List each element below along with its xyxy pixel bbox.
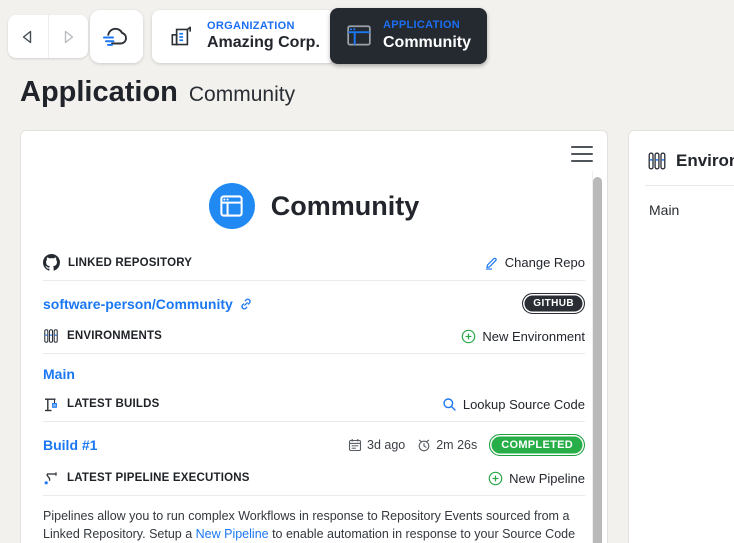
application-name: Community <box>383 33 471 51</box>
environments-heading: ENVIRONMENTS <box>67 330 163 342</box>
environments-pillars-icon <box>648 152 666 170</box>
provider-badge: GITHUB <box>522 293 585 314</box>
organization-button-texts: ORGANIZATION Amazing Corp. <box>207 20 320 54</box>
stopwatch-icon <box>418 439 430 452</box>
organization-building-icon <box>171 26 191 45</box>
build-age-text: 3d ago <box>367 438 406 452</box>
repository-link[interactable]: software-person/Community <box>43 296 253 312</box>
github-icon <box>43 254 60 271</box>
application-title-row: Community <box>43 131 585 229</box>
linked-repository-body: software-person/Community GITHUB <box>43 281 585 314</box>
linked-repository-heading: LINKED REPOSITORY <box>68 256 193 269</box>
build-duration-text: 2m 26s <box>436 438 478 452</box>
section-environments: ENVIRONMENTS New Environment Main <box>43 328 585 382</box>
new-pipeline-label: New Pipeline <box>509 470 585 486</box>
build-meta: 3d ago 2m 26s COMPLETED <box>348 434 585 456</box>
new-environment-label: New Environment <box>482 328 585 344</box>
latest-builds-body: Build #1 3d ago 2m 26s COMPLETED <box>43 422 585 456</box>
application-button[interactable]: APPLICATION Community <box>330 8 487 64</box>
circle-plus-icon <box>488 471 503 485</box>
organization-label: ORGANIZATION <box>207 19 295 32</box>
application-card: Community LINKED REPOSITORY Change Repo … <box>20 130 608 543</box>
new-pipeline-inline-link[interactable]: New Pipeline <box>196 527 269 541</box>
magnifier-icon <box>443 397 456 411</box>
side-environment-item[interactable]: Main <box>645 202 734 218</box>
page-header: Application Community <box>20 76 295 109</box>
application-label: APPLICATION <box>383 19 461 32</box>
latest-pipelines-title: LATEST PIPELINE EXECUTIONS <box>43 470 250 486</box>
latest-builds-heading: LATEST BUILDS <box>67 398 160 410</box>
nav-back-button[interactable] <box>8 15 48 58</box>
card-scrollbar-thumb[interactable] <box>593 177 602 543</box>
environments-side-card: Environments Main <box>628 130 734 543</box>
side-card-title-row: Environments <box>645 145 734 186</box>
environments-title: ENVIRONMENTS <box>43 328 162 344</box>
cloud-logo-icon <box>102 27 127 46</box>
history-nav-group <box>8 15 88 58</box>
section-linked-repository: LINKED REPOSITORY Change Repo software-p… <box>43 254 585 314</box>
new-environment-button[interactable]: New Environment <box>461 329 585 344</box>
pencil-edit-icon <box>485 257 497 270</box>
new-pipeline-button[interactable]: New Pipeline <box>488 471 585 486</box>
link-chain-icon <box>241 298 251 309</box>
application-avatar <box>208 183 255 229</box>
section-latest-builds: LATEST BUILDS Lookup Source Code Build #… <box>43 396 585 456</box>
latest-builds-title: LATEST BUILDS <box>43 396 159 412</box>
pipelines-description: Pipelines allow you to run complex Workf… <box>43 507 585 543</box>
organization-name: Amazing Corp. <box>207 34 320 52</box>
calendar-icon <box>348 439 362 452</box>
environments-pillars-icon <box>44 329 58 343</box>
organization-button[interactable]: ORGANIZATION Amazing Corp. <box>152 10 336 63</box>
crane-builds-icon <box>45 398 57 412</box>
latest-pipelines-heading: LATEST PIPELINE EXECUTIONS <box>67 472 250 484</box>
environments-header-row: ENVIRONMENTS New Environment <box>43 328 585 354</box>
build-link[interactable]: Build #1 <box>43 437 97 453</box>
card-menu-button[interactable] <box>571 146 593 162</box>
card-scrollbar-track[interactable] <box>592 171 604 543</box>
build-duration: 2m 26s <box>417 438 477 452</box>
linked-repository-header-row: LINKED REPOSITORY Change Repo <box>43 254 585 281</box>
nav-forward-button[interactable] <box>47 15 89 58</box>
latest-pipelines-header-row: LATEST PIPELINE EXECUTIONS New Pipeline <box>43 470 585 496</box>
section-latest-pipelines: LATEST PIPELINE EXECUTIONS New Pipeline … <box>43 470 585 543</box>
repository-name: software-person/Community <box>43 295 233 312</box>
change-repo-button[interactable]: Change Repo <box>484 255 585 270</box>
application-button-texts: APPLICATION Community <box>383 19 471 53</box>
lookup-source-code-button[interactable]: Lookup Source Code <box>442 397 585 412</box>
page-subtitle: Community <box>188 83 296 106</box>
environments-body: Main <box>43 354 585 382</box>
application-window-icon <box>347 25 371 46</box>
build-status-badge: COMPLETED <box>489 434 585 456</box>
pipeline-faucet-icon <box>44 472 57 485</box>
change-repo-label: Change Repo <box>504 255 585 270</box>
logo-button[interactable] <box>90 10 143 63</box>
latest-builds-header-row: LATEST BUILDS Lookup Source Code <box>43 396 585 422</box>
linked-repository-title: LINKED REPOSITORY <box>43 254 192 271</box>
page-title: Application <box>20 76 178 108</box>
circle-plus-icon <box>462 329 476 343</box>
side-card-title: Environments <box>676 151 734 170</box>
application-window-icon <box>220 195 243 217</box>
build-age: 3d ago <box>348 438 405 452</box>
forward-arrow-icon <box>64 30 73 43</box>
application-card-title: Community <box>270 190 420 221</box>
environment-link[interactable]: Main <box>43 366 75 382</box>
back-arrow-icon <box>23 30 32 43</box>
lookup-source-code-label: Lookup Source Code <box>462 396 585 412</box>
